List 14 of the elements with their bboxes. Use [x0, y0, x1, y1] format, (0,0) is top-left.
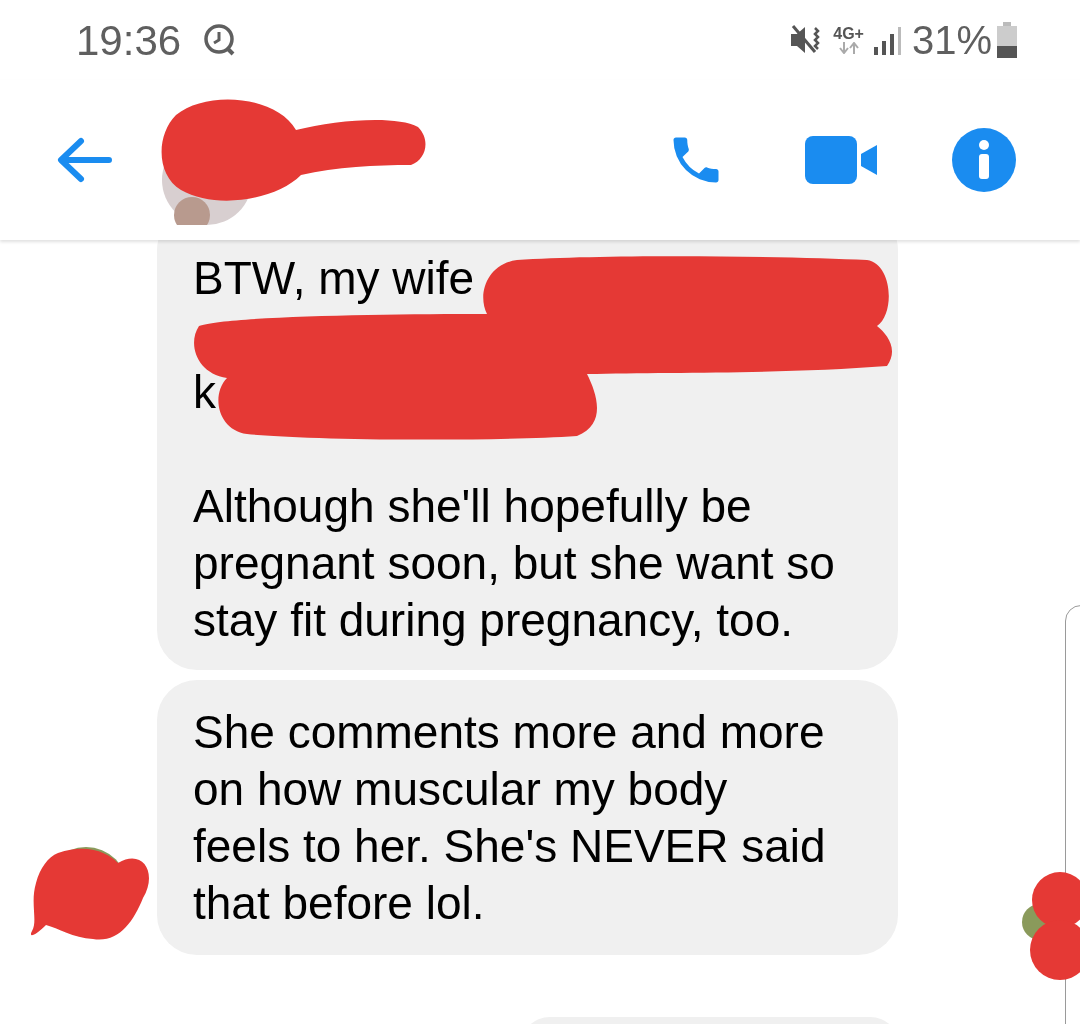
video-camera-icon — [805, 136, 879, 184]
info-icon — [952, 128, 1016, 192]
battery-percent: 31% — [911, 17, 992, 64]
data-arrows-icon — [837, 42, 860, 54]
message-text: BTW, my wife — [193, 251, 475, 306]
message-text: She comments more and more on how muscular my body feels to her. She's NEVER said that before lol. — [193, 705, 826, 931]
info-button[interactable] — [952, 128, 1016, 192]
network-type: 4G+ — [833, 26, 864, 42]
status-time: 19:36 — [76, 15, 182, 66]
message-text: k — [193, 365, 216, 420]
battery-icon — [996, 22, 1018, 58]
message-text: Although she'll hopefully be pregnant soon, but she want so stay fit during pregnancy, too. — [193, 479, 835, 648]
signal-icon — [871, 25, 902, 55]
back-arrow-icon — [55, 136, 113, 184]
